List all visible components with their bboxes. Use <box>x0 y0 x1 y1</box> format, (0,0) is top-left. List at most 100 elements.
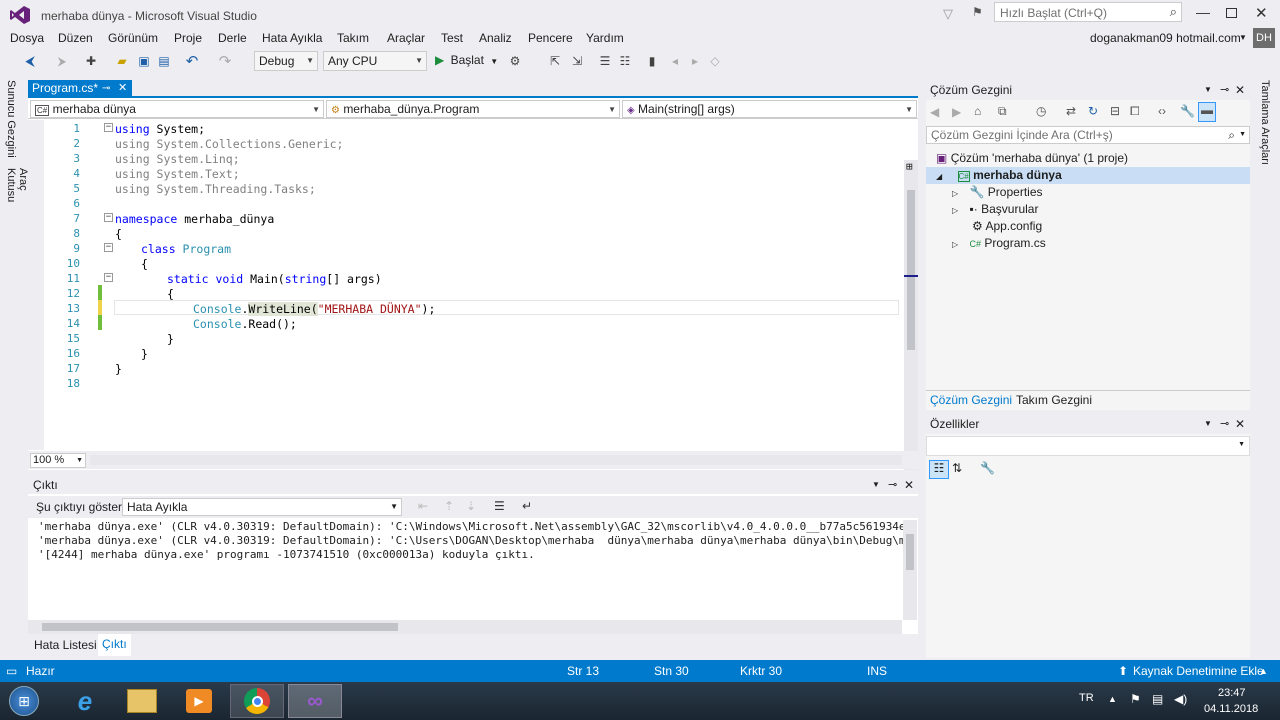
output-horizontal-scrollbar[interactable] <box>28 620 902 634</box>
scroll-thumb[interactable] <box>907 190 915 350</box>
user-dropdown-icon[interactable]: ▼ <box>1239 33 1247 42</box>
tree-references-node[interactable]: ▷ ▪· Başvurular <box>952 201 1038 218</box>
visual-studio-taskbar-icon[interactable]: ∞ <box>288 684 342 718</box>
split-icon[interactable]: ⊞ <box>906 160 913 173</box>
menu-hata-ayikla[interactable]: Hata Ayıkla <box>260 30 324 48</box>
menu-pencere[interactable]: Pencere <box>526 30 575 48</box>
editor-horizontal-scrollbar[interactable] <box>90 455 902 465</box>
menu-analiz[interactable]: Analiz <box>477 30 514 48</box>
tree-properties-node[interactable]: ▷ 🔧 Properties <box>952 184 1043 201</box>
pending-changes-icon[interactable]: ◷ <box>1036 104 1046 118</box>
user-avatar[interactable]: DH <box>1253 28 1275 48</box>
collapse-icon[interactable]: − <box>104 213 113 222</box>
editor-vertical-scrollbar[interactable]: ⊞ <box>904 160 918 470</box>
action-center-icon[interactable]: ⚑ <box>1130 692 1141 706</box>
tab-error-list[interactable]: Hata Listesi <box>34 638 97 652</box>
switch-views-icon[interactable]: ⧉ <box>998 104 1007 119</box>
browser-link-icon[interactable]: ⚙ <box>506 52 524 70</box>
save-all-icon[interactable]: ▤ <box>155 52 173 70</box>
menu-araclar[interactable]: Araçlar <box>385 30 427 48</box>
goto-prev-icon[interactable]: ⇤ <box>418 499 428 513</box>
clock-date[interactable]: 04.11.2018 <box>1204 703 1258 715</box>
pin-icon[interactable]: ⊸ <box>1220 80 1229 100</box>
tree-solution-node[interactable]: ▣ Çözüm 'merhaba dünya' (1 proje) <box>936 150 1128 167</box>
show-hidden-icons[interactable]: ▲ <box>1108 694 1117 704</box>
nav-project-select[interactable]: C# merhaba dünya ▼ <box>30 100 324 118</box>
back-icon[interactable]: ⮜ <box>21 52 39 70</box>
explorer-taskbar-icon[interactable] <box>115 684 169 718</box>
pin-icon[interactable]: ⊸ <box>888 476 897 494</box>
close-window-button[interactable]: ✕ <box>1255 4 1268 22</box>
home-icon[interactable]: ⌂ <box>974 104 981 118</box>
tamlama-araclari-tab[interactable]: Tamlama Araçları <box>1259 80 1271 165</box>
sync-icon[interactable]: ⇄ <box>1066 104 1076 118</box>
redo-icon[interactable]: ↷ <box>216 52 234 70</box>
output-vertical-scrollbar[interactable] <box>903 520 917 620</box>
server-explorer-tab[interactable]: Sunucu Gezgini <box>5 80 17 158</box>
code-editor[interactable]: 1 2 3 4 5 6 7 8 9 10 11 12 13 14 15 16 1… <box>28 120 918 470</box>
alphabetical-icon[interactable]: ⇅ <box>952 461 962 475</box>
categorized-icon[interactable]: ☷ <box>929 460 949 479</box>
output-source-select[interactable]: Hata Ayıkla ▼ <box>122 498 402 516</box>
word-wrap-icon[interactable]: ↵ <box>522 499 532 513</box>
clock-time[interactable]: 23:47 <box>1218 687 1246 699</box>
close-icon[interactable]: ✕ <box>1235 414 1245 434</box>
menu-duzen[interactable]: Düzen <box>56 30 95 48</box>
menu-gorunum[interactable]: Görünüm <box>106 30 160 48</box>
properties-object-select[interactable]: ▼ <box>926 436 1250 456</box>
menu-proje[interactable]: Proje <box>172 30 204 48</box>
menu-yardim[interactable]: Yardım <box>584 30 626 48</box>
step-icon[interactable]: ⇱ <box>546 52 564 70</box>
dropdown-icon[interactable]: ▼ <box>872 476 880 494</box>
clear-bookmarks-icon[interactable]: ◇ <box>706 52 724 70</box>
platform-select[interactable]: Any CPU ▼ <box>323 51 427 71</box>
volume-icon[interactable]: ◀) <box>1174 692 1187 706</box>
pin-icon[interactable]: ⊸ <box>1220 414 1229 434</box>
user-account[interactable]: doganakman09 hotmail.com <box>1090 31 1241 45</box>
outdent-icon[interactable]: ☷ <box>616 52 634 70</box>
clear-all-icon[interactable]: ☰ <box>494 499 505 513</box>
preview-icon[interactable]: ▬ <box>1198 102 1216 122</box>
quick-launch-input[interactable]: Hızlı Başlat (Ctrl+Q) ⌕ <box>994 2 1182 22</box>
open-folder-icon[interactable]: ▰ <box>113 52 131 70</box>
collapse-icon[interactable]: − <box>104 273 113 282</box>
undo-icon[interactable]: ↶ <box>183 52 201 70</box>
indent-icon[interactable]: ☰ <box>596 52 614 70</box>
config-select[interactable]: Debug ▼ <box>254 51 318 71</box>
dropdown-icon[interactable]: ▼ <box>1204 80 1212 100</box>
collapse-icon[interactable]: − <box>104 123 113 132</box>
next-bookmark-icon[interactable]: ▸ <box>686 52 704 70</box>
source-control-button[interactable]: Kaynak Denetimine Ekle <box>1133 660 1264 682</box>
dropdown-icon[interactable]: ▼ <box>1204 414 1212 434</box>
tab-program-cs[interactable]: Program.cs* ⊸ ✕ <box>28 80 132 98</box>
menu-derle[interactable]: Derle <box>216 30 249 48</box>
tab-solution-explorer[interactable]: Çözüm Gezgini <box>930 393 1012 407</box>
close-tab-icon[interactable]: ✕ <box>118 80 127 97</box>
solution-search-input[interactable]: Çözüm Gezgini İçinde Ara (Ctrl+ş) ⌕ ▼ <box>926 126 1250 144</box>
scroll-thumb[interactable] <box>42 623 398 631</box>
ie-taskbar-icon[interactable]: e <box>58 684 112 718</box>
notification-icon[interactable]: ⚑ <box>972 5 983 19</box>
forward-icon[interactable]: ⮞ <box>53 52 71 70</box>
nav-member-select[interactable]: ◈ Main(string[] args) ▼ <box>622 100 917 118</box>
maximize-button[interactable] <box>1226 8 1237 18</box>
language-indicator[interactable]: TR <box>1079 692 1094 704</box>
properties-icon[interactable]: 🔧 <box>1180 104 1195 118</box>
chevron-up-icon[interactable]: ▲ <box>1259 660 1268 682</box>
view-code-icon[interactable]: ‹› <box>1158 104 1166 118</box>
save-icon[interactable]: ▣ <box>135 52 153 70</box>
nav-class-select[interactable]: ⚙ merhaba_dünya.Program ▼ <box>326 100 620 118</box>
close-icon[interactable]: ✕ <box>1235 80 1245 100</box>
bookmark-icon[interactable]: ▮ <box>643 52 661 70</box>
start-button[interactable]: ▶ Başlat ▼ <box>435 53 498 71</box>
tab-output[interactable]: Çıktı <box>98 634 131 656</box>
goto-last-icon[interactable]: ⇣ <box>466 499 476 513</box>
minimize-button[interactable]: — <box>1196 4 1210 20</box>
network-icon[interactable]: ▤ <box>1152 692 1163 706</box>
show-all-files-icon[interactable]: ⧠ <box>1130 104 1140 119</box>
forward-icon[interactable]: ▶ <box>952 105 961 119</box>
goto-next-icon[interactable]: ⇡ <box>444 499 454 513</box>
step-over-icon[interactable]: ⇲ <box>568 52 586 70</box>
close-icon[interactable]: ✕ <box>904 476 914 494</box>
prev-bookmark-icon[interactable]: ◂ <box>666 52 684 70</box>
